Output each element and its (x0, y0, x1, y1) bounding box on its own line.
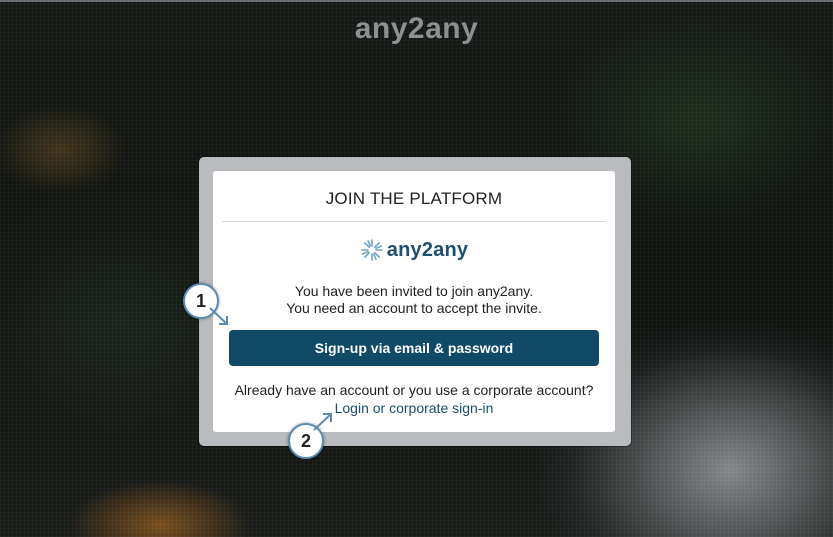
title-divider (222, 221, 606, 222)
existing-account-text: Already have an account or you use a cor… (234, 382, 594, 398)
invite-line-2: You need an account to accept the invite… (286, 300, 542, 316)
sunburst-logo-icon (360, 239, 383, 261)
brand-logo: any2any (213, 238, 615, 264)
login-corporate-link[interactable]: Login or corporate sign-in (213, 400, 615, 416)
invite-message: You have been invited to join any2any. Y… (213, 283, 615, 317)
top-border (0, 0, 833, 2)
invite-line-1: You have been invited to join any2any. (294, 283, 534, 299)
join-dialog: JOIN THE PLATFORM any2any You have been … (213, 171, 615, 432)
arrow-up-right-icon (313, 413, 332, 431)
dialog-title: JOIN THE PLATFORM (325, 189, 503, 208)
header-logo: any2any (354, 12, 479, 45)
brand-name: any2any (386, 238, 469, 261)
arrow-down-right-icon (209, 307, 228, 325)
signup-email-button[interactable]: Sign-up via email & password (229, 330, 599, 366)
